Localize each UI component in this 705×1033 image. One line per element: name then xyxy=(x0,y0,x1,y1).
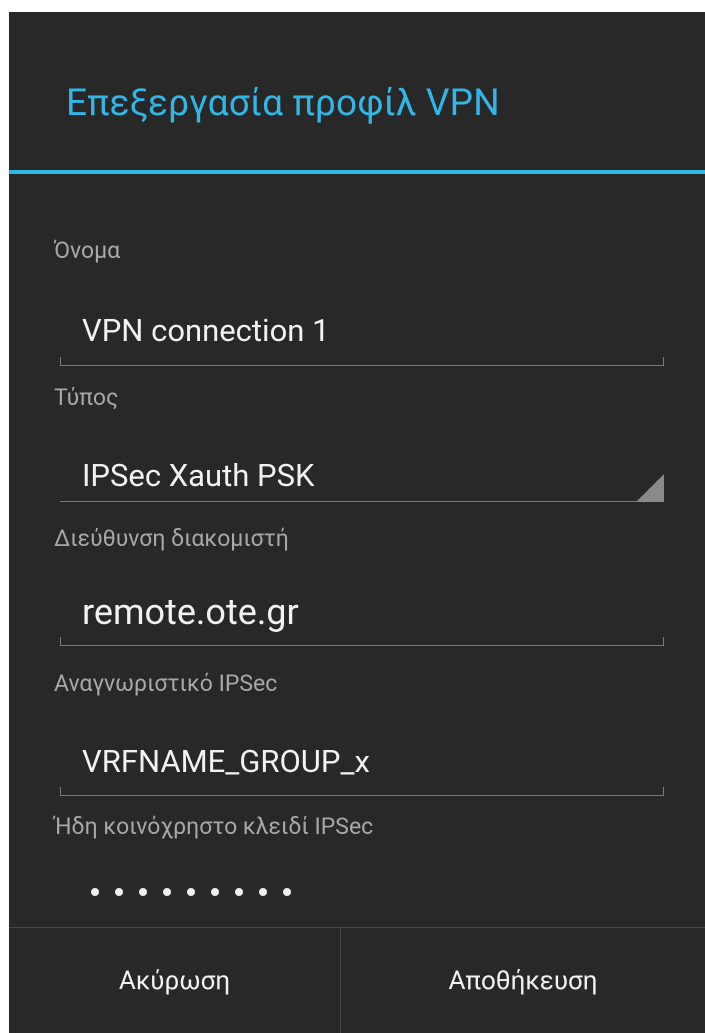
save-button[interactable]: Αποθήκευση xyxy=(341,928,705,1033)
password-mask-dot xyxy=(163,888,171,896)
password-mask-dot xyxy=(187,888,195,896)
type-label: Τύπος xyxy=(54,384,119,411)
edit-vpn-profile-dialog: Επεξεργασία προφίλ VPN Όνομα VPN connect… xyxy=(9,12,705,1033)
ipsec-identifier-label: Αναγνωριστικό IPSec xyxy=(54,670,278,697)
password-mask-dot xyxy=(283,888,291,896)
password-mask-dot xyxy=(139,888,147,896)
server-address-field[interactable]: remote.ote.gr xyxy=(82,591,299,633)
name-label: Όνομα xyxy=(54,237,121,264)
password-mask-dot xyxy=(259,888,267,896)
name-field[interactable]: VPN connection 1 xyxy=(82,312,330,349)
server-address-underline xyxy=(60,637,664,646)
password-mask-dot xyxy=(211,888,219,896)
type-spinner[interactable]: IPSec Xauth PSK xyxy=(82,457,314,494)
ipsec-psk-label: Ήδη κοινόχρηστο κλειδί IPSec xyxy=(54,813,374,840)
ipsec-psk-field[interactable] xyxy=(91,888,291,896)
ipsec-identifier-underline xyxy=(60,787,664,796)
name-field-underline xyxy=(60,357,664,366)
password-mask-dot xyxy=(235,888,243,896)
cancel-button[interactable]: Ακύρωση xyxy=(9,928,340,1033)
button-bar: Ακύρωση Αποθήκευση xyxy=(9,927,705,1033)
password-mask-dot xyxy=(91,888,99,896)
title-divider xyxy=(9,170,705,174)
ipsec-identifier-field[interactable]: VRFNAME_GROUP_x xyxy=(82,743,370,780)
dialog-title: Επεξεργασία προφίλ VPN xyxy=(66,82,500,125)
server-address-label: Διεύθυνση διακομιστή xyxy=(54,525,289,552)
spinner-dropdown-icon xyxy=(636,474,664,502)
password-mask-dot xyxy=(115,888,123,896)
type-spinner-underline xyxy=(60,501,664,502)
